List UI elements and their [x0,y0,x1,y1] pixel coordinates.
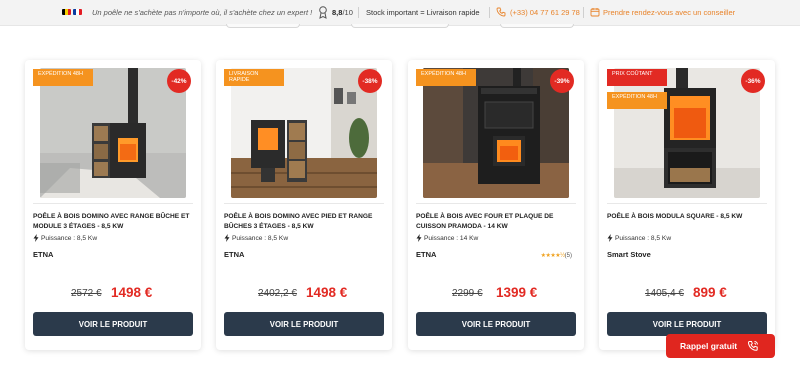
divider [33,203,193,204]
phone-icon [496,7,506,17]
product-title[interactable]: POÊLE À BOIS DOMINO AVEC RANGE BÛCHE ET … [33,212,193,231]
view-product-button[interactable]: VOIR LE PRODUIT [416,312,576,336]
product-image[interactable] [40,68,186,198]
product-card[interactable]: EXPÉDITION 48H -42% POÊLE À BOIS DOMINO … [25,60,201,350]
product-title[interactable]: POÊLE À BOIS MODULA SQUARE - 8,5 KW [607,212,767,222]
power-spec: Puissance : 8,5 Kw [33,234,97,242]
power-spec: Puissance : 8,5 Kw [224,234,288,242]
country-flags [62,9,82,15]
product-image[interactable] [231,68,377,198]
old-price: 2299 € [452,288,483,299]
view-product-button[interactable]: VOIR LE PRODUIT [224,312,384,336]
current-price: 1498 € [306,285,348,300]
brand-name: ETNA [224,250,245,259]
rating-score: 8,8/10 [332,8,353,17]
star-icons: ★★★★½ [540,253,566,259]
slogan: Un poêle ne s'achète pas n'importe où, i… [92,8,313,17]
award-ribbon-icon [319,6,327,19]
discount-badge: -39% [550,69,574,93]
stock-info: Stock important = Livraison rapide [366,8,480,17]
sort-dropdown[interactable] [500,24,574,28]
calendar-icon [590,8,600,17]
divider [416,203,576,204]
lightning-icon [33,234,39,242]
current-price: 1498 € [111,285,153,300]
cost-price-badge: PRIX COÛTANT [607,69,667,86]
callback-label: Rappel gratuit [680,341,738,351]
product-title[interactable]: POÊLE À BOIS AVEC FOUR ET PLAQUE DE CUIS… [416,212,576,231]
filter-dropdown[interactable] [351,24,449,28]
france-flag-icon [73,9,82,15]
filter-dropdown[interactable] [226,24,300,28]
lightning-icon [224,234,230,242]
old-price: 2402,2 € [258,288,297,299]
belgium-flag-icon [62,9,71,15]
divider [607,203,767,204]
product-card[interactable]: LIVRAISON RAPIDE -38% POÊLE À BOIS DOMIN… [216,60,392,350]
power-spec: Puissance : 8,5 Kw [607,234,671,242]
shipping-badge: EXPÉDITION 48H [416,69,476,86]
divider [224,203,384,204]
free-callback-button[interactable]: Rappel gratuit [666,334,775,358]
appointment-link[interactable]: Prendre rendez-vous avec un conseiller [603,8,735,17]
lightning-icon [416,234,422,242]
view-product-button[interactable]: VOIR LE PRODUIT [607,312,767,336]
product-title[interactable]: POÊLE À BOIS DOMINO AVEC PIED ET RANGE B… [224,212,384,231]
shipping-badge: EXPÉDITION 48H [607,92,667,109]
divider [489,7,490,18]
brand-name: Smart Stove [607,250,651,259]
current-price: 899 € [693,285,727,300]
review-count: (5) [564,253,572,259]
old-price: 1405,4 € [645,288,684,299]
view-product-button[interactable]: VOIR LE PRODUIT [33,312,193,336]
product-image[interactable] [423,68,569,198]
product-card[interactable]: PRIX COÛTANT EXPÉDITION 48H -36% POÊLE À… [599,60,775,350]
power-spec: Puissance : 14 Kw [416,234,478,242]
delivery-badge: LIVRAISON RAPIDE [224,69,284,86]
shipping-badge: EXPÉDITION 48H [33,69,93,86]
product-image[interactable] [614,68,760,198]
discount-badge: -42% [167,69,191,93]
top-info-bar: Un poêle ne s'achète pas n'importe où, i… [0,0,800,26]
product-card[interactable]: EXPÉDITION 48H -39% POÊLE À BOIS AVEC FO… [408,60,584,350]
divider [583,7,584,18]
brand-name: ETNA [416,250,437,259]
current-price: 1399 € [496,285,538,300]
divider [358,7,359,18]
phone-ring-icon [748,341,759,351]
brand-name: ETNA [33,250,54,259]
lightning-icon [607,234,613,242]
rating-stars[interactable]: ★★★★½(5) [541,252,572,259]
discount-badge: -38% [358,69,382,93]
phone-number-link[interactable]: (+33) 04 77 61 29 78 [510,8,580,17]
discount-badge: -36% [741,69,765,93]
old-price: 2572 € [71,288,102,299]
